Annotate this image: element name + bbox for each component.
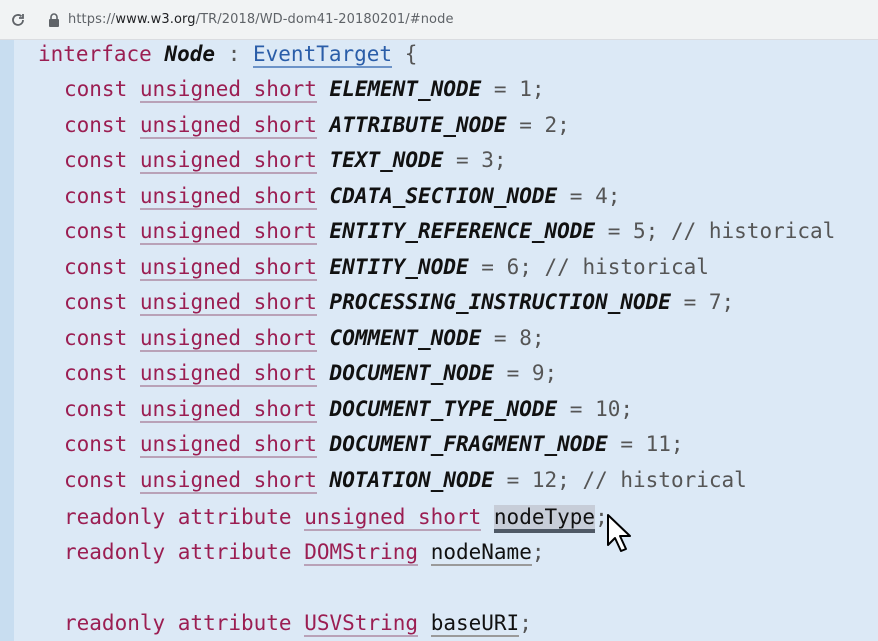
attribute-name-link[interactable]: nodeName [430, 540, 532, 566]
attribute-line: readonly attribute USVString baseURI; [64, 606, 532, 641]
constant-line: const unsigned short DOCUMENT_TYPE_NODE … [64, 392, 633, 427]
constant-line: const unsigned short CDATA_SECTION_NODE … [64, 179, 620, 214]
constant-line: const unsigned short TEXT_NODE = 3; [64, 143, 507, 178]
constant-name: TEXT_NODE [329, 148, 444, 172]
const-type-link[interactable]: unsigned short [139, 112, 317, 139]
attribute-keyword: readonly attribute [64, 611, 292, 635]
attribute-keyword: readonly attribute [64, 505, 292, 529]
const-keyword: const [64, 77, 128, 101]
constant-line: const unsigned short PROCESSING_INSTRUCT… [64, 285, 734, 320]
const-keyword: const [64, 325, 128, 350]
const-type-link[interactable]: unsigned short [139, 148, 317, 174]
const-type-link[interactable]: unsigned short [139, 396, 317, 423]
const-type-link[interactable]: unsigned short [139, 432, 317, 458]
const-keyword: const [64, 219, 128, 243]
constant-name: ENTITY_NODE [329, 254, 469, 279]
constant-name: ATTRIBUTE_NODE [329, 112, 507, 137]
constant-name: DOCUMENT_NODE [329, 361, 494, 385]
constant-name: DOCUMENT_FRAGMENT_NODE [329, 432, 608, 456]
constant-line: const unsigned short ELEMENT_NODE = 1; [64, 72, 545, 107]
url-text: https://www.w3.org/TR/2018/WD-dom41-2018… [68, 12, 454, 27]
constant-line: const unsigned short DOCUMENT_FRAGMENT_N… [64, 427, 684, 462]
reload-button[interactable] [2, 4, 34, 36]
constant-name: ELEMENT_NODE [329, 77, 482, 101]
interface-keyword: interface [38, 42, 152, 66]
interface-declaration: interface Node : EventTarget { [38, 37, 417, 72]
attribute-name-link[interactable]: nodeType [493, 505, 596, 533]
attribute-line: readonly attribute unsigned short nodeTy… [64, 500, 608, 535]
browser-toolbar: https://www.w3.org/TR/2018/WD-dom41-2018… [0, 0, 878, 40]
const-keyword: const [64, 361, 128, 385]
const-keyword: const [64, 183, 128, 208]
constant-line: const unsigned short ATTRIBUTE_NODE = 2; [64, 108, 570, 143]
url-scheme: https:// [68, 12, 116, 27]
attribute-line: readonly attribute DOMString nodeName; [64, 535, 545, 570]
const-type-link[interactable]: unsigned short [139, 325, 317, 352]
constant-line: const unsigned short ENTITY_REFERENCE_NO… [64, 214, 835, 249]
constant-line: const unsigned short COMMENT_NODE = 8; [64, 321, 545, 356]
const-keyword: const [64, 254, 128, 279]
const-type-link[interactable]: unsigned short [139, 219, 317, 245]
open-brace: { [404, 42, 418, 66]
attribute-name-link[interactable]: baseURI [430, 611, 520, 637]
mouse-pointer-icon [607, 514, 631, 552]
idl-code-block: interface Node : EventTarget { const uns… [0, 40, 878, 641]
const-type-link[interactable]: unsigned short [139, 77, 317, 103]
constant-name: NOTATION_NODE [329, 467, 494, 492]
semicolon: ; [519, 611, 532, 635]
constant-value: = 5; [607, 219, 659, 243]
constant-value: = 11; [620, 432, 684, 456]
interface-name: Node [164, 42, 216, 66]
constant-line: const unsigned short DOCUMENT_NODE = 9; [64, 356, 557, 391]
const-keyword: const [64, 396, 128, 421]
const-keyword: const [64, 112, 128, 137]
constant-name: DOCUMENT_TYPE_NODE [329, 396, 558, 421]
url-host: www.w3.org [115, 12, 196, 27]
constant-line: const unsigned short ENTITY_NODE = 6; //… [64, 250, 709, 285]
attribute-keyword: readonly attribute [64, 540, 292, 564]
attribute-type-link[interactable]: USVString [304, 611, 419, 637]
constant-value: = 10; [569, 396, 633, 421]
constant-name: ENTITY_REFERENCE_NODE [329, 219, 596, 243]
const-type-link[interactable]: unsigned short [139, 467, 317, 494]
constant-value: = 12; [506, 467, 570, 492]
constant-comment: // historical [544, 254, 709, 279]
constant-value: = 7; [683, 290, 735, 314]
constant-line: const unsigned short NOTATION_NODE = 12;… [64, 463, 747, 498]
attribute-type-link[interactable]: unsigned short [304, 505, 482, 531]
const-type-link[interactable]: unsigned short [139, 254, 317, 281]
const-keyword: const [64, 148, 128, 172]
address-bar[interactable]: https://www.w3.org/TR/2018/WD-dom41-2018… [42, 4, 878, 35]
constant-value: = 2; [519, 112, 570, 137]
semicolon: ; [531, 540, 545, 564]
constant-value: = 3; [456, 148, 507, 172]
constant-value: = 1; [493, 77, 545, 101]
url-path: /TR/2018/WD-dom41-20180201/#node [195, 12, 454, 27]
reload-icon [12, 13, 24, 26]
parent-interface-link[interactable]: EventTarget [253, 42, 393, 68]
const-keyword: const [64, 467, 128, 492]
constant-comment: // historical [582, 467, 747, 492]
constant-name: PROCESSING_INSTRUCTION_NODE [329, 290, 671, 314]
constant-name: CDATA_SECTION_NODE [329, 183, 558, 208]
constant-value: = 9; [506, 361, 558, 385]
lock-icon[interactable] [46, 12, 62, 28]
const-type-link[interactable]: unsigned short [139, 361, 317, 387]
const-keyword: const [64, 432, 128, 456]
const-keyword: const [64, 290, 128, 314]
constant-name: COMMENT_NODE [329, 325, 482, 350]
attribute-type-link[interactable]: DOMString [304, 540, 419, 566]
constant-value: = 4; [569, 183, 621, 208]
const-type-link[interactable]: unsigned short [139, 290, 317, 316]
constant-value: = 6; [481, 254, 532, 279]
colon: : [227, 42, 241, 66]
constant-value: = 8; [493, 325, 545, 350]
const-type-link[interactable]: unsigned short [139, 183, 317, 210]
constant-comment: // historical [670, 219, 836, 243]
